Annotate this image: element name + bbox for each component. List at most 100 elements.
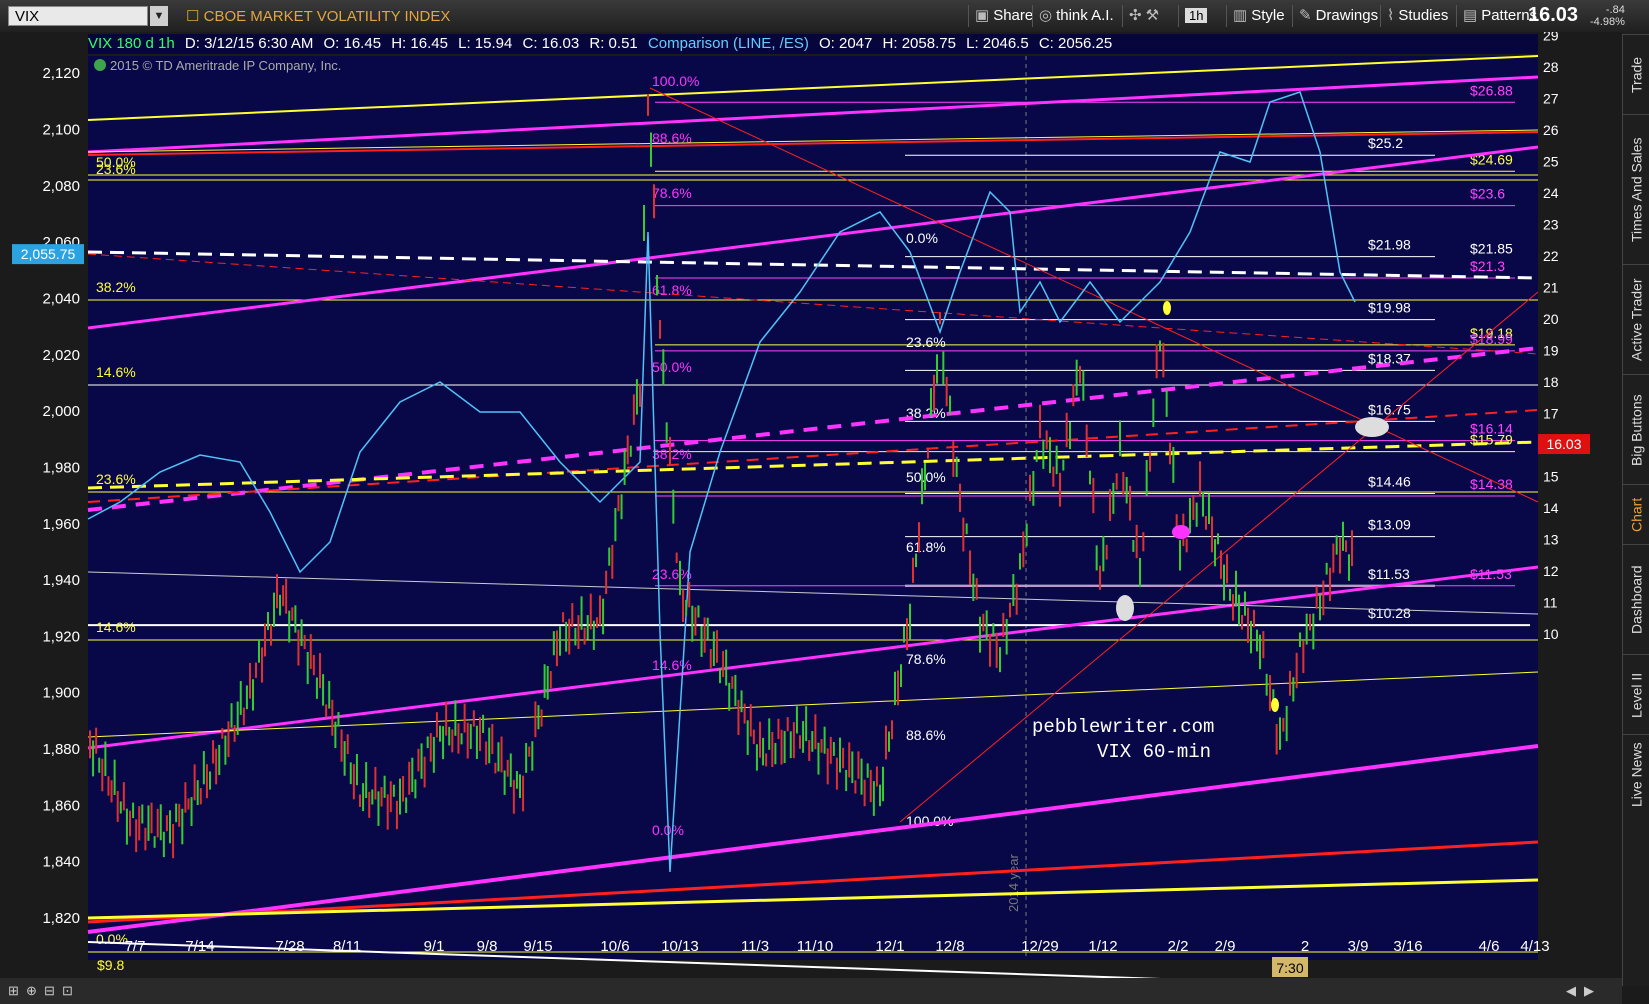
- flag-icon: ☐: [186, 8, 204, 25]
- studies-label: Studies: [1398, 7, 1449, 24]
- x-axis-tick: 4/13: [1520, 938, 1549, 955]
- x-axis-tick: 7/14: [185, 938, 214, 955]
- symbol-dropdown-icon[interactable]: ▼: [150, 6, 168, 26]
- side-tab-times-and-sales[interactable]: Times And Sales: [1623, 114, 1649, 265]
- left-axis-tick: 1,900: [42, 685, 80, 702]
- style-button[interactable]: ▥ Style: [1226, 5, 1291, 27]
- x-axis-tick: 9/8: [477, 938, 498, 955]
- x-axis-tick: 3/9: [1348, 938, 1369, 955]
- left-axis-tick: 2,120: [42, 65, 80, 82]
- studies-icon: ⌇: [1387, 7, 1395, 24]
- year-marker-label: 2014 year: [1006, 854, 1021, 912]
- scroll-right-icon[interactable]: ▶: [1584, 983, 1594, 999]
- left-fib-label: 0.0%: [96, 931, 128, 947]
- white-level-label: $11.53: [1368, 566, 1410, 582]
- x-axis-tick: 8/11: [333, 938, 361, 955]
- mid-fib-magenta-label: 14.6%: [652, 657, 692, 673]
- right-axis-tick: 18: [1543, 374, 1559, 390]
- tools-button[interactable]: ✣ ⚒: [1122, 5, 1178, 27]
- left-fib-label: 38.2%: [96, 279, 136, 295]
- right-axis-tick: 24: [1543, 185, 1559, 201]
- side-tab-live-news[interactable]: Live News: [1623, 734, 1649, 815]
- white-level-label: $10.28: [1368, 605, 1411, 621]
- share-button[interactable]: ▣ Share: [968, 5, 1039, 27]
- side-tab-active-trader[interactable]: Active Trader: [1623, 264, 1649, 375]
- cmp-high: H: 2058.75: [882, 35, 956, 52]
- top-toolbar: VIX ▼ ☐ CBOE MARKET VOLATILITY INDEX ▣ Sh…: [0, 0, 1649, 35]
- zoom-out-icon[interactable]: ⊟: [44, 983, 55, 999]
- right-level-label: $18.99: [1470, 331, 1513, 347]
- last-price: 16.03: [1528, 4, 1579, 26]
- x-axis-tick: 10/6: [600, 938, 629, 955]
- right-axis-tick: 26: [1543, 122, 1559, 138]
- reset-icon[interactable]: ⊡: [62, 983, 73, 999]
- left-axis-tick: 2,000: [42, 403, 80, 420]
- change-value: -.84: [1605, 4, 1625, 16]
- right-axis-tick: 13: [1543, 532, 1559, 548]
- study-label: VIX 180 d 1h: [88, 35, 175, 52]
- left-axis-tick: 1,840: [42, 854, 80, 871]
- yellow-dot-marker: [1271, 698, 1279, 712]
- right-axis-tick: 19: [1543, 343, 1559, 359]
- right-axis-tick: 28: [1543, 59, 1559, 75]
- x-axis-tick: 12/29: [1021, 938, 1059, 955]
- bar-low: L: 15.94: [458, 35, 513, 52]
- mid-fib-white-label: 0.0%: [906, 230, 938, 246]
- think-ai-label: think A.I.: [1056, 7, 1114, 24]
- right-axis-tick: 21: [1543, 280, 1559, 296]
- white-level-label: $21.98: [1368, 237, 1411, 253]
- left-fib-label: 14.6%: [96, 619, 136, 635]
- scroll-left-icon[interactable]: ◀: [1566, 983, 1576, 999]
- white-level-label: $19.98: [1368, 300, 1411, 316]
- symbol-input[interactable]: VIX: [8, 6, 148, 26]
- drawings-label: Drawings: [1315, 7, 1379, 24]
- side-tab-dashboard[interactable]: Dashboard: [1623, 544, 1649, 655]
- change-percent: -4.98%: [1590, 16, 1625, 28]
- x-axis-tick: 9/15: [523, 938, 552, 955]
- right-axis-tick: 29: [1543, 32, 1559, 44]
- bar-close: C: 16.03: [522, 35, 580, 52]
- x-axis-tick: 2/2: [1168, 938, 1189, 955]
- cmp-close: C: 2056.25: [1038, 35, 1113, 52]
- side-tab-level-ii[interactable]: Level II: [1623, 654, 1649, 735]
- time-marker-label: 7:30: [1276, 960, 1303, 976]
- plot-area: [88, 56, 1538, 960]
- timeframe-button[interactable]: 1h: [1178, 5, 1213, 27]
- symbol-title: ☐ CBOE MARKET VOLATILITY INDEX: [186, 7, 450, 25]
- right-axis-tick: 23: [1543, 217, 1559, 233]
- x-axis-tick: 7/7: [125, 938, 146, 955]
- patterns-icon: ▤: [1463, 7, 1478, 24]
- pan-icon[interactable]: ⊕: [26, 983, 37, 999]
- gray-oval-marker: [1355, 417, 1389, 437]
- left-fib-label: 23.6%: [96, 471, 136, 487]
- x-axis-tick: 2: [1301, 938, 1309, 955]
- side-panel-tabs: Trade Times And Sales Active Trader Big But…: [1622, 34, 1649, 986]
- left-axis-tick: 1,880: [42, 741, 80, 758]
- x-axis-tick: 1/12: [1088, 938, 1117, 955]
- side-tab-big-buttons[interactable]: Big Buttons: [1623, 374, 1649, 485]
- drawings-button[interactable]: ✎ Drawings: [1292, 5, 1384, 27]
- right-axis-tick: 25: [1543, 154, 1559, 170]
- yellow-dot-marker: [1163, 301, 1171, 315]
- copyright-text: 2015 © TD Ameritrade IP Company, Inc.: [110, 58, 341, 73]
- wrench-icon: ⚒: [1145, 7, 1160, 24]
- share-label: Share: [993, 7, 1034, 24]
- left-axis-tick: 1,960: [42, 516, 80, 533]
- mid-fib-white-label: 78.6%: [906, 651, 946, 667]
- left-axis-tick: 2,020: [42, 347, 80, 364]
- left-axis-tick: 1,860: [42, 797, 80, 814]
- studies-button[interactable]: ⌇ Studies: [1380, 5, 1454, 27]
- chart-info-bar: VIX 180 d 1h D: 3/12/15 6:30 AM O: 16.45…: [88, 34, 1538, 54]
- white-level-label: $13.09: [1368, 517, 1411, 533]
- left-axis-tick: 2,040: [42, 290, 80, 307]
- side-tab-chart[interactable]: Chart: [1623, 484, 1649, 545]
- left-axis-tick: 2,100: [42, 122, 80, 139]
- x-axis-tick: 12/8: [935, 938, 964, 955]
- zoom-in-icon[interactable]: ⊞: [8, 983, 19, 999]
- price-change: -.84 -4.98%: [1590, 4, 1625, 28]
- ai-icon: ◎: [1039, 7, 1053, 24]
- bottom-toolbar: [0, 978, 1622, 1004]
- price-chart[interactable]: 2014 year$25.2$21.98$19.98$18.37$16.75$1…: [0, 32, 1622, 978]
- think-ai-button[interactable]: ◎ think A.I.: [1032, 5, 1120, 27]
- side-tab-trade[interactable]: Trade: [1623, 34, 1649, 115]
